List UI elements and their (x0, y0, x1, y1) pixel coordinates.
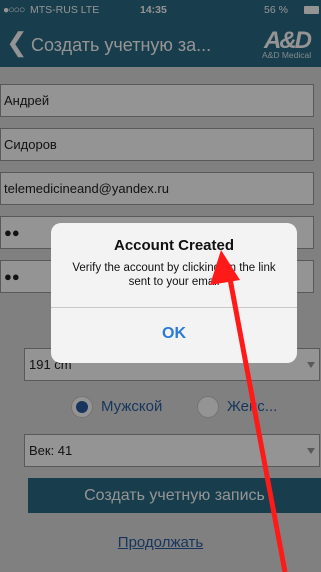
app-screen: ●○○○ MTS-RUS LTE 14:35 56 % ❮ Создать уч… (0, 0, 321, 572)
alert-message: Verify the account by clicking on the li… (72, 262, 276, 288)
alert-title: Account Created (113, 237, 235, 254)
account-created-alert: Account Created Verify the account by cl… (51, 223, 297, 363)
ok-button[interactable]: OK (51, 308, 297, 363)
